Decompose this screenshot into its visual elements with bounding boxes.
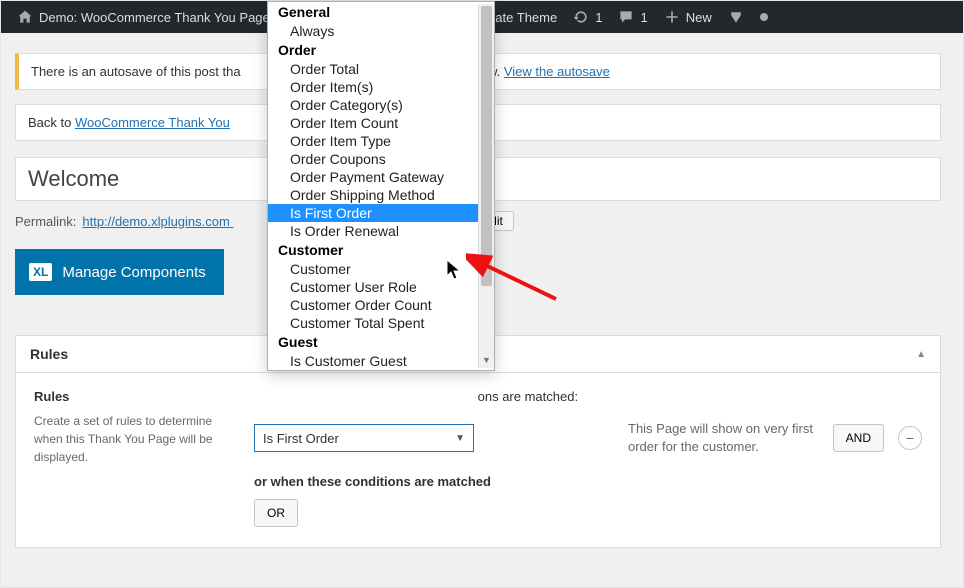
dropdown-item[interactable]: Is Order Renewal	[268, 222, 494, 240]
update-icon	[573, 9, 589, 26]
rules-panel-title: Rules	[30, 346, 68, 362]
back-link[interactable]: WooCommerce Thank You	[75, 115, 230, 130]
adminbar-updates[interactable]: 1	[565, 1, 610, 33]
circle-icon	[760, 13, 768, 21]
xl-badge: XL	[29, 263, 52, 281]
rule-row: Is First Order ▼ This Page will show on …	[254, 420, 922, 456]
adminbar-new[interactable]: New	[656, 1, 720, 33]
manage-components-label: Manage Components	[62, 264, 205, 281]
view-autosave-link[interactable]: View the autosave	[504, 64, 610, 79]
permalink-url[interactable]: http://demo.xlplugins.com	[82, 214, 233, 229]
dropdown-item[interactable]: Order Total	[268, 60, 494, 78]
adminbar-comments[interactable]: 1	[610, 1, 655, 33]
dropdown-group: General	[268, 2, 494, 22]
permalink-label: Permalink:	[15, 214, 76, 229]
or-heading: or when these conditions are matched	[254, 474, 922, 489]
collapse-icon: ▲	[916, 349, 926, 360]
scroll-thumb[interactable]	[481, 6, 492, 286]
dropdown-item[interactable]: Order Item Type	[268, 132, 494, 150]
rules-main: ons are matched: Is First Order ▼ This P…	[254, 389, 922, 527]
dropdown-scrollbar[interactable]: ▼	[478, 4, 494, 368]
dropdown-item[interactable]: Order Shipping Method	[268, 186, 494, 204]
dropdown-item[interactable]: Order Payment Gateway	[268, 168, 494, 186]
rule-type-dropdown[interactable]: GeneralAlwaysOrderOrder TotalOrder Item(…	[267, 1, 495, 371]
home-icon	[17, 9, 33, 26]
dropdown-item[interactable]: Is Customer Guest	[268, 352, 494, 370]
or-button[interactable]: OR	[254, 499, 298, 527]
dropdown-item[interactable]: Order Item(s)	[268, 78, 494, 96]
dropdown-item[interactable]: Order Item Count	[268, 114, 494, 132]
dropdown-item[interactable]: Customer Order Count	[268, 296, 494, 314]
rule-description: This Page will show on very first order …	[488, 420, 819, 456]
dropdown-item[interactable]: Order Coupons	[268, 150, 494, 168]
dropdown-item[interactable]: Always	[268, 22, 494, 40]
rule-type-select[interactable]: Is First Order ▼	[254, 424, 474, 452]
scroll-down-icon[interactable]: ▼	[479, 352, 494, 368]
dropdown-group: Guest	[268, 332, 494, 352]
rule-type-value: Is First Order	[263, 431, 339, 446]
rules-side-text: Create a set of rules to determine when …	[34, 412, 234, 466]
and-button[interactable]: AND	[833, 424, 884, 452]
caret-icon: ▼	[455, 433, 465, 444]
dropdown-item[interactable]: Is First Order	[268, 204, 494, 222]
dropdown-group: Customer	[268, 240, 494, 260]
dropdown-item[interactable]: Customer	[268, 260, 494, 278]
yoast-icon	[728, 9, 744, 26]
dropdown-item[interactable]: Customer Total Spent	[268, 314, 494, 332]
back-prefix: Back to	[28, 115, 75, 130]
new-label: New	[686, 10, 712, 25]
manage-components-button[interactable]: XL Manage Components	[15, 249, 224, 295]
dropdown-item[interactable]: Customer User Role	[268, 278, 494, 296]
rules-side: Rules Create a set of rules to determine…	[34, 389, 234, 527]
remove-rule-button[interactable]: −	[898, 426, 922, 450]
dropdown-item[interactable]: Order Category(s)	[268, 96, 494, 114]
rules-side-heading: Rules	[34, 389, 234, 404]
matched-line: ons are matched:	[254, 389, 922, 404]
comments-count: 1	[640, 10, 647, 25]
autosave-text-prefix: There is an autosave of this post tha	[31, 64, 241, 79]
post-title: Welcome	[28, 166, 119, 191]
dropdown-group: Order	[268, 40, 494, 60]
adminbar-extra[interactable]	[752, 1, 776, 33]
comment-icon	[618, 9, 634, 26]
adminbar-yoast[interactable]	[720, 1, 752, 33]
plus-icon	[664, 9, 680, 26]
updates-count: 1	[595, 10, 602, 25]
